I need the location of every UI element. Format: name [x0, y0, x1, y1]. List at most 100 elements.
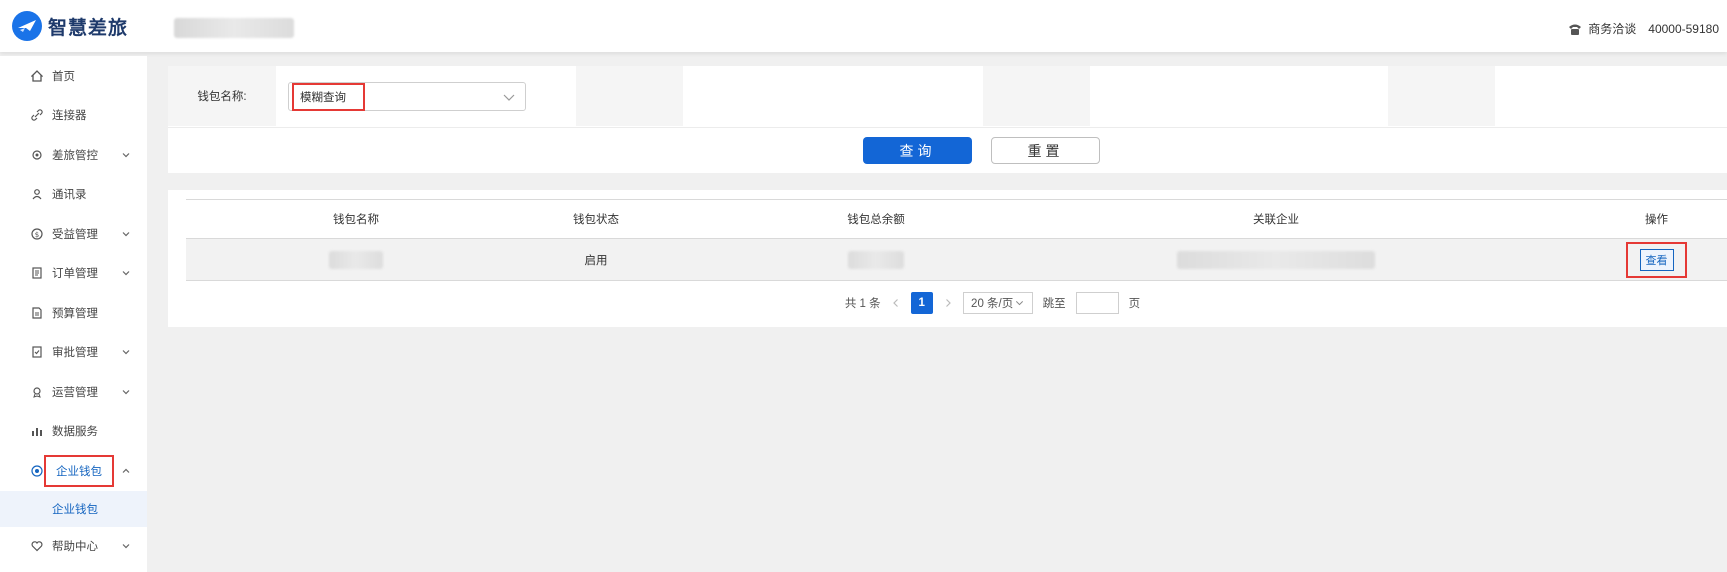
- sidebar-item-label: 订单管理: [52, 268, 98, 281]
- column-header-operation: 操作: [1645, 214, 1668, 226]
- cell-operation: 查看: [1586, 239, 1727, 280]
- sidebar-item-benefit[interactable]: $ 受益管理: [0, 214, 147, 254]
- sidebar-item-operations[interactable]: 运营管理: [0, 372, 147, 412]
- telephone-icon: [1569, 24, 1582, 35]
- wallet-name-select[interactable]: 模糊查询: [288, 81, 526, 111]
- sidebar-item-label: 受益管理: [52, 228, 98, 241]
- chevron-left-icon[interactable]: [891, 298, 901, 308]
- chevron-down-icon: [1016, 301, 1024, 306]
- brand-logo[interactable]: 智慧差旅: [12, 11, 128, 41]
- chevron-up-icon: [122, 468, 130, 473]
- svg-text:$: $: [35, 231, 39, 239]
- sidebar-item-travel-control[interactable]: 差旅管控: [0, 135, 147, 175]
- plane-logo-icon: [12, 11, 42, 41]
- page-size-select[interactable]: 20 条/页: [962, 292, 1033, 314]
- sidebar-subitem-enterprise-wallet[interactable]: 企业钱包: [0, 490, 147, 527]
- sidebar-item-label: 企业钱包: [44, 454, 114, 487]
- wallet-table: 钱包名称 钱包状态 钱包总余额 关联企业 操作 启用 查看: [186, 199, 1727, 281]
- form-empty-input-cell: [683, 66, 983, 126]
- order-icon: [30, 266, 44, 280]
- cell-wallet-status: 启用: [584, 254, 608, 267]
- chevron-down-icon: [503, 94, 515, 101]
- form-empty-label-cell: [983, 66, 1090, 126]
- page-number-current[interactable]: 1: [910, 292, 933, 314]
- wallet-name-field-cell: 模糊查询: [276, 66, 576, 126]
- search-panel: 钱包名称: 模糊查询 查询 重置: [168, 66, 1727, 173]
- sidebar-item-orders[interactable]: 订单管理: [0, 254, 147, 294]
- page-suffix: 页: [1128, 298, 1141, 310]
- sidebar-item-label: 数据服务: [52, 426, 98, 439]
- cell-related-company-redacted: [1086, 239, 1466, 280]
- wallet-name-placeholder: 模糊查询: [292, 82, 365, 111]
- operation-icon: [30, 385, 44, 399]
- sidebar: 首页 连接器 差旅管控 通讯录 $ 受益管理 订单管理 预算管理 审批管理 运营…: [0, 56, 147, 572]
- redacted-text: [1177, 250, 1375, 269]
- table-row: 启用 查看: [186, 239, 1727, 281]
- dollar-icon: $: [30, 227, 44, 241]
- contact-phone: 40000-59180: [1648, 21, 1719, 36]
- chevron-down-icon: [122, 231, 130, 237]
- wallet-icon: [30, 464, 44, 478]
- sidebar-item-enterprise-wallet[interactable]: 企业钱包: [0, 451, 147, 491]
- table-panel: 钱包名称 钱包状态 钱包总余额 关联企业 操作 启用 查看 共 1 条 1 20…: [168, 190, 1727, 327]
- sidebar-item-home[interactable]: 首页: [0, 56, 147, 96]
- sidebar-item-label: 首页: [52, 70, 75, 83]
- table-header: 钱包名称 钱包状态 钱包总余额 关联企业 操作: [186, 199, 1727, 239]
- search-form-row: 钱包名称: 模糊查询: [168, 66, 1727, 126]
- sidebar-item-label: 运营管理: [52, 386, 98, 399]
- jump-label: 跳至: [1042, 298, 1066, 310]
- sidebar-item-data-service[interactable]: 数据服务: [0, 412, 147, 452]
- pagination: 共 1 条 1 20 条/页 跳至 页: [168, 291, 1727, 315]
- sidebar-item-approval[interactable]: 审批管理: [0, 333, 147, 373]
- contact-info: 商务洽谈 40000-59180: [1568, 20, 1719, 37]
- redacted-text: [329, 250, 383, 269]
- cell-wallet-name-redacted: [316, 239, 396, 280]
- contact-label: 商务洽谈: [1588, 22, 1637, 36]
- search-button-row: 查询 重置: [168, 127, 1727, 173]
- sidebar-item-label: 差旅管控: [52, 149, 98, 162]
- top-header: 智慧差旅 商务洽谈 40000-59180: [0, 0, 1727, 52]
- chevron-down-icon: [122, 350, 130, 355]
- sidebar-item-contacts[interactable]: 通讯录: [0, 175, 147, 215]
- view-button-highlight: 查看: [1626, 241, 1687, 278]
- total-count: 共 1 条: [844, 298, 881, 310]
- budget-icon: [30, 306, 44, 320]
- redacted-text: [848, 250, 904, 269]
- chart-icon: [30, 424, 44, 438]
- sidebar-item-label: 帮助中心: [52, 541, 98, 554]
- chevron-down-icon: [122, 271, 130, 276]
- sidebar-item-label: 审批管理: [52, 347, 98, 360]
- form-empty-label-cell: [1388, 66, 1495, 126]
- wallet-name-label: 钱包名称:: [168, 66, 276, 126]
- column-header-related-company: 关联企业: [1253, 214, 1299, 226]
- chevron-down-icon: [122, 544, 130, 549]
- form-empty-input-cell: [1090, 66, 1388, 126]
- organization-name-redacted: [174, 18, 294, 38]
- column-header-wallet-name: 钱包名称: [333, 214, 379, 226]
- contacts-icon: [30, 187, 44, 201]
- query-button[interactable]: 查询: [863, 137, 972, 164]
- approval-icon: [30, 345, 44, 359]
- heart-icon: [30, 539, 44, 553]
- link-icon: [30, 108, 44, 122]
- sidebar-item-label: 连接器: [52, 110, 87, 123]
- chevron-right-icon[interactable]: [943, 298, 953, 308]
- column-header-wallet-status: 钱包状态: [573, 214, 619, 226]
- sidebar-item-budget[interactable]: 预算管理: [0, 293, 147, 333]
- jump-page-input[interactable]: [1075, 292, 1119, 314]
- sidebar-item-label: 预算管理: [52, 307, 98, 320]
- sidebar-item-label: 通讯录: [52, 189, 87, 202]
- chevron-down-icon: [122, 152, 130, 158]
- page-size-value: 20 条/页: [971, 298, 1014, 310]
- brand-name: 智慧差旅: [48, 17, 129, 39]
- column-header-total-balance: 钱包总余额: [847, 214, 905, 226]
- sidebar-item-connector[interactable]: 连接器: [0, 96, 147, 136]
- home-icon: [30, 69, 44, 83]
- form-empty-label-cell: [576, 66, 683, 126]
- chevron-down-icon: [122, 389, 130, 395]
- view-button[interactable]: 查看: [1639, 248, 1674, 271]
- settings-icon: [30, 148, 44, 162]
- cell-total-balance-redacted: [666, 239, 1086, 280]
- reset-button[interactable]: 重置: [991, 137, 1100, 164]
- sidebar-item-help-center[interactable]: 帮助中心: [0, 527, 147, 567]
